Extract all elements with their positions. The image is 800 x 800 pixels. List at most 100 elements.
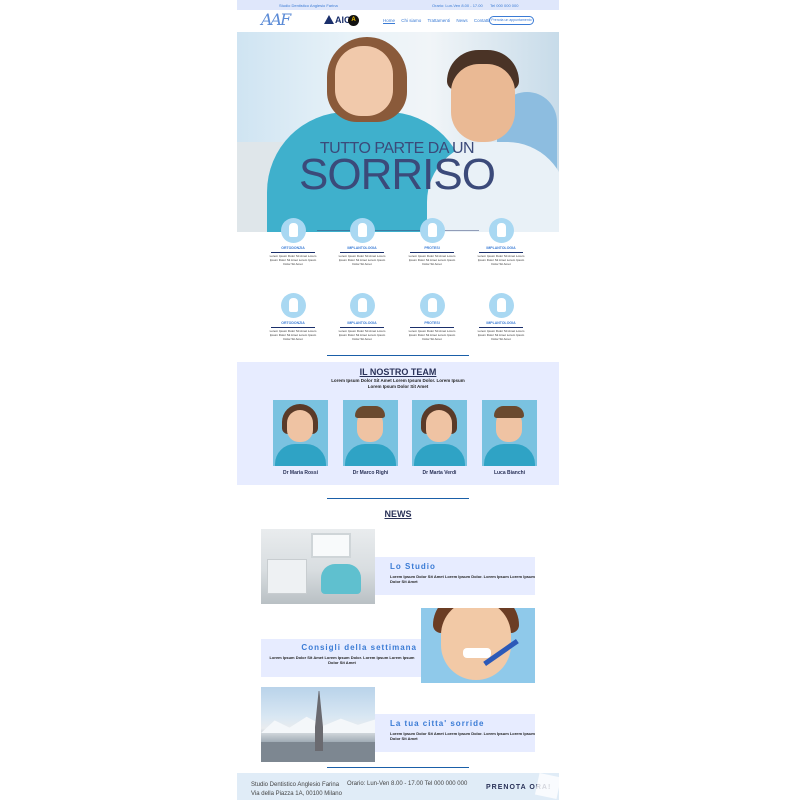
service-card[interactable]: IMPLANTOLOGIA Lorem Ipsum Dolor Sit Amet… (337, 218, 387, 266)
topbar-hours: Orario: Lun-Ven 8.00 - 17.00 (432, 3, 483, 8)
member-name: Luca Bianchi (493, 470, 526, 476)
footer-street: Via della Piazza 1A, 00100 Milano (251, 791, 342, 797)
nav-menu: Home Chi siamo Trattamenti News Contatti (383, 18, 494, 24)
nav-item-chi-siamo[interactable]: Chi siamo (401, 18, 421, 23)
service-title: IMPLANTOLOGIA (486, 321, 516, 325)
service-title: IMPLANTOLOGIA (486, 246, 516, 250)
service-desc: Lorem Ipsum Dolor Sit Amet Lorem Ipsum D… (338, 329, 386, 341)
nav-item-trattamenti[interactable]: Trattamenti (427, 18, 450, 23)
news-card-desc: Lorem Ipsum Dolor Sit Amet Lorem Ipsum D… (390, 731, 535, 741)
service-card[interactable]: ORTODONZIA Lorem Ipsum Dolor Sit Amet Lo… (268, 218, 318, 266)
studio-chair (321, 564, 361, 594)
service-card[interactable]: IMPLANTOLOGIA Lorem Ipsum Dolor Sit Amet… (337, 293, 387, 341)
prosthesis-icon (419, 293, 445, 318)
service-card[interactable]: ORTODONZIA Lorem Ipsum Dolor Sit Amet Lo… (268, 293, 318, 341)
tooth-shape (357, 223, 367, 237)
hero-headline-main: SORRISO (299, 150, 496, 199)
tooth-shape (427, 223, 437, 237)
hero-banner: TUTTO PARTE DA UN SORRISO (237, 32, 559, 232)
service-card[interactable]: IMPLANTOLOGIA Lorem Ipsum Dolor Sit Amet… (476, 293, 526, 341)
service-desc: Lorem Ipsum Dolor Sit Amet Lorem Ipsum D… (477, 254, 525, 266)
member-name: Dr Maria Rossi (282, 470, 318, 476)
news-card-desc: Lorem Ipsum Dolor Sit Amet Lorem Ipsum D… (390, 574, 535, 584)
member-photo (343, 400, 398, 466)
nav-item-news[interactable]: News (456, 18, 467, 23)
news-image-studio[interactable] (261, 529, 375, 604)
team-title: IL NOSTRO TEAM (359, 367, 437, 377)
service-divider (271, 327, 315, 328)
service-desc: Lorem Ipsum Dolor Sit Amet Lorem Ipsum D… (408, 329, 456, 341)
studio-window (311, 533, 351, 558)
service-desc: Lorem Ipsum Dolor Sit Amet Lorem Ipsum D… (269, 254, 317, 266)
photo-face (287, 410, 313, 442)
tooth-shape (427, 298, 437, 312)
service-card[interactable]: IMPLANTOLOGIA Lorem Ipsum Dolor Sit Amet… (476, 218, 526, 266)
top-bar: Studio Dentistico Anglesio Farina Orario… (237, 0, 559, 10)
news-card-title: Lo Studio (390, 562, 436, 571)
spire-shape (315, 691, 323, 751)
service-card[interactable]: PROTESI Lorem Ipsum Dolor Sit Amet Lorem… (407, 293, 457, 341)
book-appointment-button[interactable]: Prenota un appuntamento (489, 16, 534, 25)
news-card-desc: Lorem Ipsum Dolor Sit Amet Lorem Ipsum D… (269, 655, 415, 665)
triangle-icon (324, 15, 334, 24)
photo-hair (494, 406, 524, 418)
implant-icon (488, 218, 514, 243)
news-image-city[interactable] (261, 687, 375, 762)
news-card[interactable]: La tua citta' sorride Lorem Ipsum Dolor … (375, 714, 535, 752)
news-card[interactable]: Consigli della settimana Lorem Ipsum Dol… (261, 639, 421, 677)
studio-logo[interactable]: AAF (261, 10, 291, 29)
team-subtitle: Lorem Ipsum Dolor Sit Amet Lorem Ipsum D… (331, 378, 465, 389)
photo-body (484, 444, 535, 466)
news-card[interactable]: Lo Studio Lorem Ipsum Dolor Sit Amet Lor… (375, 557, 535, 595)
section-divider (327, 355, 469, 356)
service-title: PROTESI (424, 321, 440, 325)
tooth-shape (357, 298, 367, 312)
service-divider (410, 327, 454, 328)
team-member[interactable]: Dr Marco Righi (343, 400, 398, 476)
photo-body (345, 444, 396, 466)
service-divider (410, 252, 454, 253)
news-title: NEWS (384, 509, 412, 519)
page: Studio Dentistico Anglesio Farina Orario… (237, 0, 562, 800)
photo-body (414, 444, 465, 466)
service-title: PROTESI (424, 246, 440, 250)
tooth-shape (288, 223, 298, 237)
partner-badge: A (348, 15, 359, 26)
member-photo (273, 400, 328, 466)
prosthesis-icon (419, 218, 445, 243)
service-divider (479, 327, 523, 328)
service-desc: Lorem Ipsum Dolor Sit Amet Lorem Ipsum D… (408, 254, 456, 266)
member-photo (482, 400, 537, 466)
service-title: IMPLANTOLOGIA (347, 246, 377, 250)
team-member[interactable]: Dr Marta Verdi (412, 400, 467, 476)
dentist-face (335, 46, 393, 116)
team-member[interactable]: Dr Maria Rossi (273, 400, 328, 476)
member-photo (412, 400, 467, 466)
photo-face (441, 608, 511, 680)
tooth-shape (496, 223, 506, 237)
stamp-icon (534, 772, 562, 800)
patient-face (451, 64, 515, 142)
service-divider (479, 252, 523, 253)
service-divider (271, 252, 315, 253)
nav-item-contatti[interactable]: Contatti (474, 18, 490, 23)
member-name: Dr Marta Verdi (422, 470, 457, 476)
topbar-phone[interactable]: Tel 000 000 000 (490, 3, 518, 8)
nav-item-home[interactable]: Home (383, 18, 396, 24)
team-section: IL NOSTRO TEAM Lorem Ipsum Dolor Sit Ame… (237, 362, 559, 485)
tooth-icon (280, 293, 306, 318)
service-card[interactable]: PROTESI Lorem Ipsum Dolor Sit Amet Lorem… (407, 218, 457, 266)
team-member[interactable]: Luca Bianchi (482, 400, 537, 476)
service-title: ORTODONZIA (281, 321, 305, 325)
footer: Studio Dentistico Anglesio Farina Via de… (237, 772, 562, 800)
member-name: Dr Marco Righi (352, 470, 389, 476)
footer-hours: Orario: Lun-Ven 8.00 - 17.00 Tel 000 000… (347, 781, 468, 787)
topbar-studio-name: Studio Dentistico Anglesio Farina (279, 3, 338, 8)
photo-face (426, 410, 452, 442)
tooth-icon (280, 218, 306, 243)
service-title: IMPLANTOLOGIA (347, 321, 377, 325)
section-divider (327, 498, 469, 499)
news-image-toothbrush[interactable] (421, 608, 535, 683)
service-divider (340, 327, 384, 328)
tooth-shape (496, 298, 506, 312)
